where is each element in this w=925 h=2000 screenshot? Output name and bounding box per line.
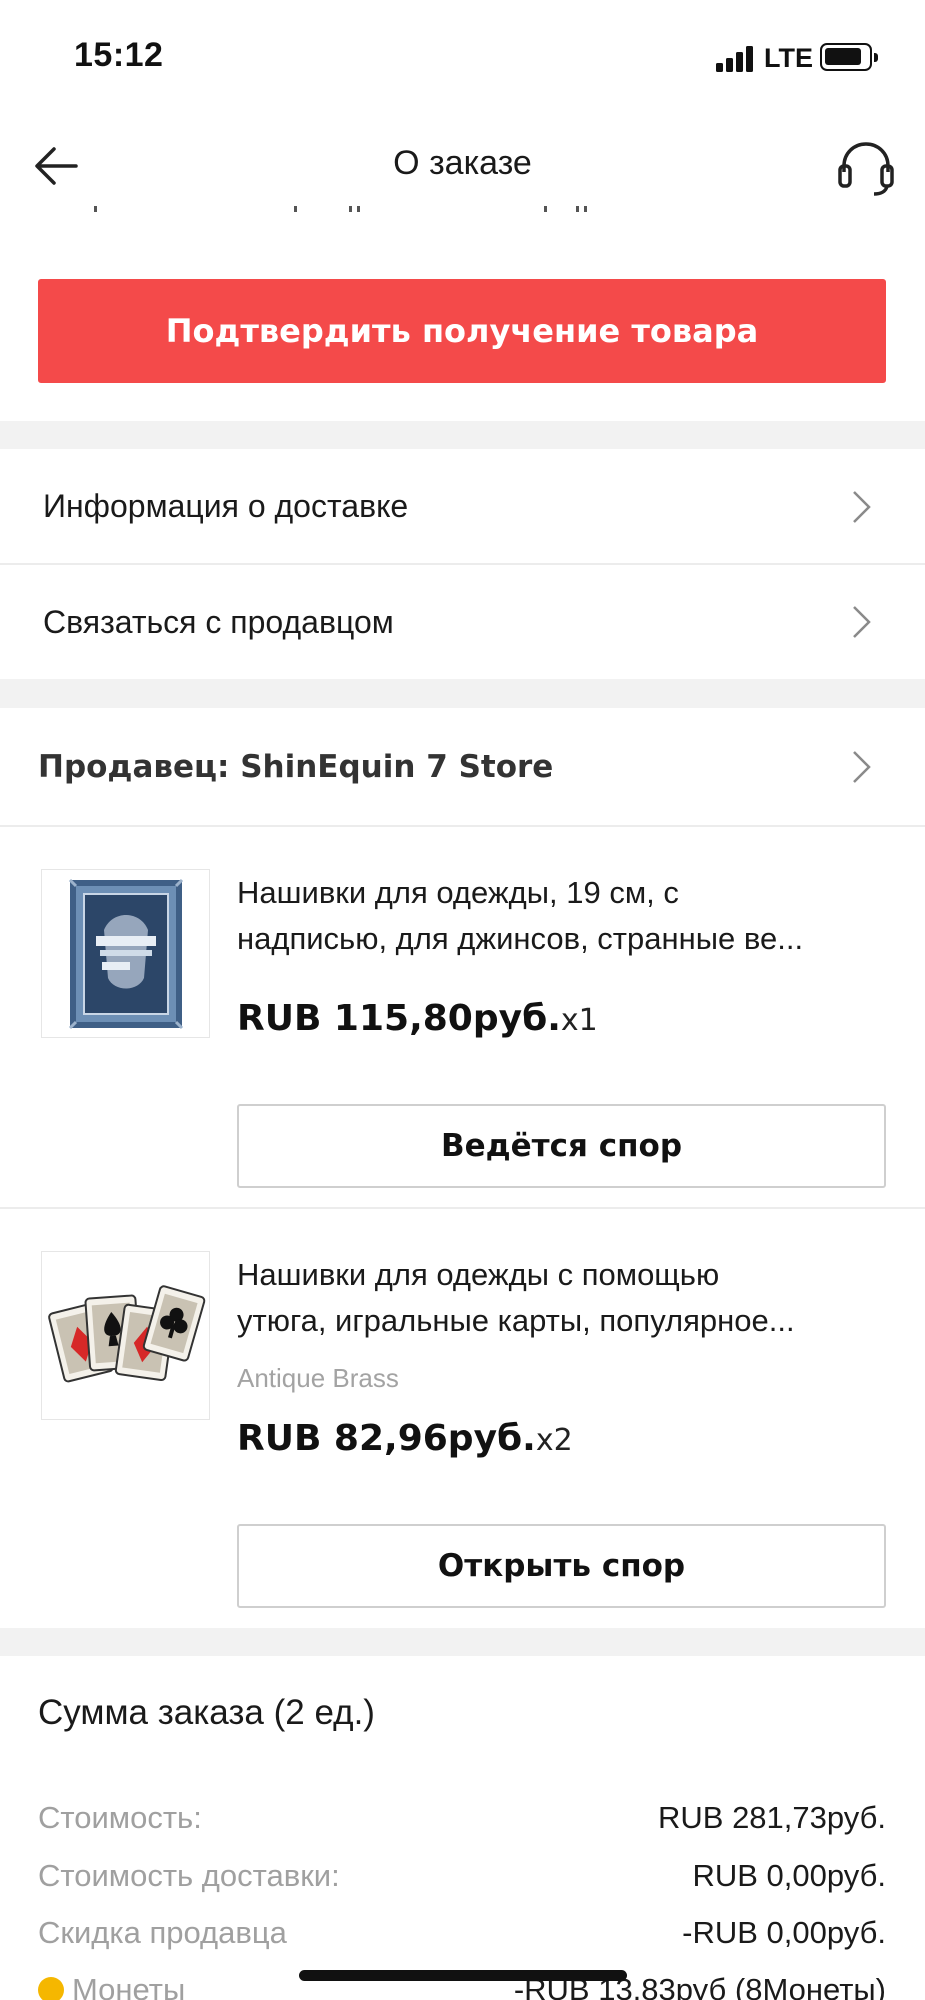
- home-indicator: [299, 1970, 627, 1981]
- section-gap: [0, 679, 925, 708]
- playing-cards-patch-image: [48, 1285, 206, 1383]
- divider: [0, 825, 925, 827]
- delivery-info-label: Информация о доставке: [43, 488, 409, 524]
- summary-label: Монеты: [72, 1972, 186, 2000]
- chevron-right-icon: [853, 751, 871, 783]
- product-image[interactable]: [41, 869, 210, 1038]
- battery-icon: [820, 43, 878, 71]
- open-dispute-button[interactable]: Открыть спор: [237, 1524, 886, 1608]
- coin-icon: [38, 1977, 64, 2000]
- chevron-right-icon: [853, 490, 871, 523]
- divider: [0, 1207, 925, 1209]
- section-gap: [0, 421, 925, 449]
- product-title-line: надписью, для джинсов, странные ве...: [237, 921, 804, 956]
- order-summary-title: Сумма заказа (2 ед.): [38, 1693, 375, 1732]
- contact-seller-label: Связаться с продавцом: [43, 603, 394, 640]
- jeans-patch-image: [68, 878, 184, 1030]
- chevron-right-icon: [853, 606, 871, 638]
- product-title-line: Нашивки для одежды, 19 см, с: [237, 875, 679, 910]
- quantity: x1: [560, 1003, 598, 1038]
- status-time: 15:12: [74, 36, 164, 74]
- product-variant: Antique Brass: [237, 1363, 399, 1393]
- product-title[interactable]: Нашивки для одежды, 19 см, с надписью, д…: [237, 870, 877, 962]
- summary-row-cost: Стоимость: RUB 281,73руб.: [38, 1800, 886, 1844]
- quantity: x2: [535, 1423, 573, 1458]
- summary-row-shipping: Стоимость доставки: RUB 0,00руб.: [38, 1858, 886, 1902]
- headset-icon: [838, 142, 894, 196]
- scrolled-text-remnant: [64, 202, 624, 216]
- product-image[interactable]: [41, 1251, 210, 1420]
- summary-label: Стоимость:: [38, 1800, 202, 1835]
- signal-icon: [716, 44, 756, 72]
- dispute-in-progress-button[interactable]: Ведётся спор: [237, 1104, 886, 1188]
- network-type: LTE: [764, 43, 813, 73]
- product-title[interactable]: Нашивки для одежды с помощью утюга, игра…: [237, 1252, 877, 1344]
- summary-label: Скидка продавца: [38, 1915, 287, 1950]
- product-price: RUB 115,80руб.x1: [237, 998, 598, 1039]
- summary-value: RUB 281,73руб.: [658, 1800, 886, 1835]
- price-value: RUB 82,96руб.: [237, 1418, 536, 1459]
- page-title: О заказе: [393, 144, 532, 182]
- confirm-receipt-button[interactable]: Подтвердить получение товара: [38, 279, 886, 383]
- summary-row-seller-discount: Скидка продавца -RUB 0,00руб.: [38, 1915, 886, 1959]
- summary-label-wrap: Монеты: [38, 1972, 185, 2000]
- product-title-line: утюга, игральные карты, популярное...: [237, 1303, 795, 1338]
- summary-value: -RUB 0,00руб.: [682, 1915, 886, 1950]
- delivery-info-row[interactable]: Информация о доставке: [0, 449, 925, 564]
- product-price: RUB 82,96руб.x2: [237, 1418, 573, 1459]
- support-button[interactable]: [834, 136, 898, 200]
- summary-value: RUB 0,00руб.: [692, 1858, 886, 1893]
- seller-name: Продавец: ShinEquin 7 Store: [38, 749, 554, 785]
- product-title-line: Нашивки для одежды с помощью: [237, 1257, 720, 1292]
- price-value: RUB 115,80руб.: [237, 998, 561, 1039]
- contact-seller-row[interactable]: Связаться с продавцом: [0, 565, 925, 679]
- status-bar: 15:12 LTE: [0, 0, 925, 110]
- summary-label: Стоимость доставки:: [38, 1858, 340, 1893]
- section-gap: [0, 1628, 925, 1656]
- seller-row[interactable]: Продавец: ShinEquin 7 Store: [0, 708, 925, 826]
